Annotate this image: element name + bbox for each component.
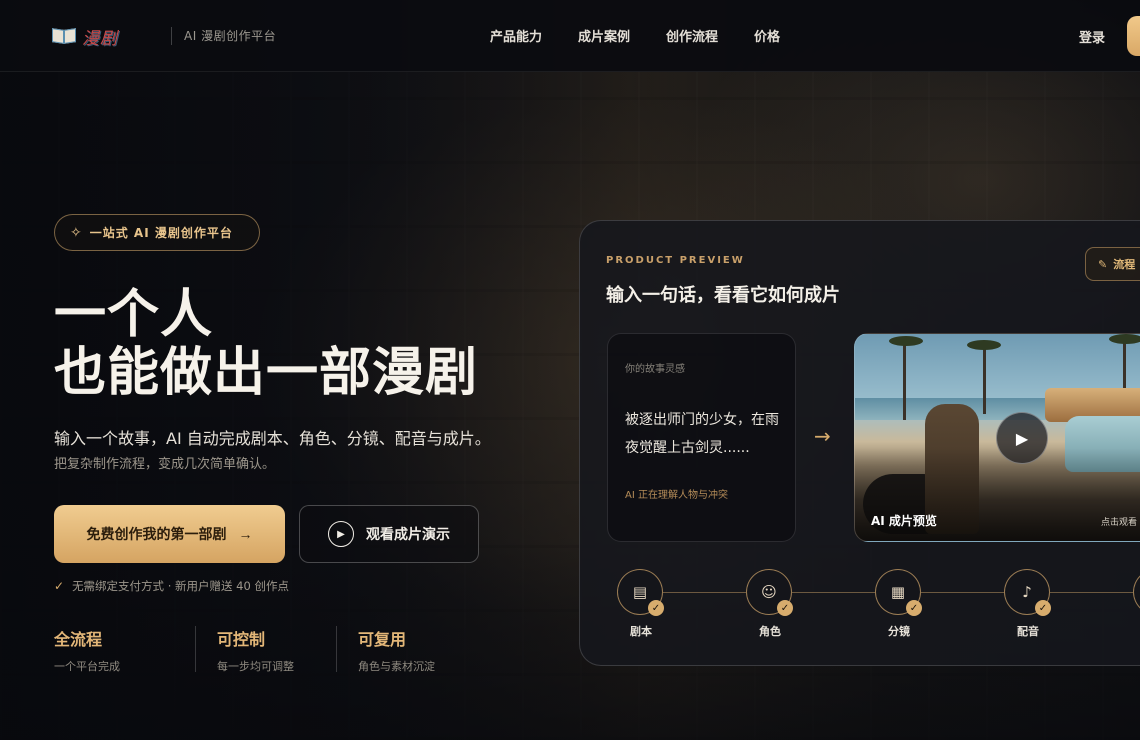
step-script[interactable]: ▤ ✓ 剧本 bbox=[617, 569, 665, 639]
platform-badge-label: 一站式 AI 漫剧创作平台 bbox=[89, 226, 233, 240]
video-preview[interactable]: ▶ AI 成片预览 点击观看 bbox=[854, 333, 1140, 542]
platform-badge: ✧ 一站式 AI 漫剧创作平台 bbox=[54, 214, 260, 251]
workflow-button[interactable]: ✎ 流程 bbox=[1085, 247, 1140, 281]
header-divider bbox=[171, 27, 172, 45]
hero-subtitle: 输入一个故事，AI 自动完成剧本、角色、分镜、配音与成片。 bbox=[54, 429, 491, 448]
logo[interactable]: 漫剧 bbox=[52, 22, 148, 50]
feature-desc: 角色与素材沉淀 bbox=[358, 660, 435, 673]
story-input-card[interactable]: 你的故事灵感 被逐出师门的少女，在雨夜觉醒上古剑灵...... AI 正在理解人… bbox=[607, 333, 796, 542]
arrow-right-icon: → bbox=[814, 424, 831, 448]
watch-demo-label: 观看成片演示 bbox=[366, 527, 450, 543]
step-next[interactable] bbox=[1133, 569, 1140, 615]
preview-label: PRODUCT PREVIEW bbox=[606, 255, 745, 266]
story-status: AI 正在理解人物与冲突 bbox=[625, 490, 728, 501]
storyboard-icon: ▦ ✓ bbox=[875, 569, 922, 616]
step-label: 角色 bbox=[759, 625, 781, 638]
video-label: AI 成片预览 bbox=[871, 514, 937, 528]
nav-item-workflow[interactable]: 创作流程 bbox=[666, 26, 718, 45]
hero-title-line2: 也能做出一部漫剧 bbox=[54, 343, 479, 403]
check-icon: ✓ bbox=[777, 600, 793, 616]
feature-item: 可复用 角色与素材沉淀 bbox=[336, 626, 477, 674]
nav-item-pricing[interactable]: 价格 bbox=[754, 26, 780, 45]
feature-title: 全流程 bbox=[54, 630, 103, 649]
product-preview-panel: PRODUCT PREVIEW 输入一句话，看看它如何成片 ✎ 流程 你的故事灵… bbox=[579, 220, 1140, 666]
nav-item-cases[interactable]: 成片案例 bbox=[578, 26, 630, 45]
character-icon: ☺ ✓ bbox=[746, 569, 793, 616]
step-label: 配音 bbox=[1017, 625, 1039, 638]
sparkle-icon: ✧ bbox=[70, 224, 82, 241]
hero-title: 一个人 也能做出一部漫剧 bbox=[54, 286, 478, 402]
play-icon[interactable]: ▶ bbox=[996, 412, 1048, 464]
feature-item: 全流程 一个平台完成 bbox=[54, 626, 195, 674]
logo-text: 漫剧 bbox=[82, 28, 118, 49]
step-character[interactable]: ☺ ✓ 角色 bbox=[746, 569, 794, 639]
header-tagline: AI 漫剧创作平台 bbox=[184, 29, 277, 43]
feature-item: 可控制 每一步均可调整 bbox=[195, 626, 336, 674]
watch-demo-button[interactable]: ▶ 观看成片演示 bbox=[299, 505, 479, 563]
top-navbar: 漫剧 AI 漫剧创作平台 产品能力 成片案例 创作流程 价格 登录 bbox=[0, 0, 1140, 72]
start-creating-button[interactable]: 免费创作我的第一部剧 → bbox=[54, 505, 285, 563]
story-text: 被逐出师门的少女，在雨夜觉醒上古剑灵...... bbox=[625, 412, 779, 456]
step-label: 分镜 bbox=[888, 625, 910, 638]
check-icon: ✓ bbox=[648, 600, 664, 616]
step-storyboard[interactable]: ▦ ✓ 分镜 bbox=[875, 569, 923, 639]
hero-subtitle-secondary: 把复杂制作流程，变成几次简单确认。 bbox=[54, 457, 276, 472]
signup-note-text: 无需绑定支付方式 · 新用户赠送 40 创作点 bbox=[72, 579, 289, 593]
book-logo-icon bbox=[52, 27, 78, 45]
play-icon: ▶ bbox=[328, 521, 354, 547]
feature-highlights: 全流程 一个平台完成 可控制 每一步均可调整 可复用 角色与素材沉淀 bbox=[54, 626, 477, 674]
video-hint: 点击观看 bbox=[1101, 518, 1138, 528]
step-next-icon bbox=[1133, 569, 1140, 615]
login-link[interactable]: 登录 bbox=[1079, 27, 1105, 46]
story-caption: 你的故事灵感 bbox=[625, 364, 685, 375]
signup-note: ✓ 无需绑定支付方式 · 新用户赠送 40 创作点 bbox=[54, 578, 289, 594]
arrow-right-icon: → bbox=[238, 526, 253, 542]
feature-desc: 一个平台完成 bbox=[54, 660, 120, 673]
voice-icon: ♪ ✓ bbox=[1004, 569, 1051, 616]
workflow-steps: ▤ ✓ 剧本 ☺ ✓ 角色 ▦ ✓ 分镜 ♪ ✓ 配音 bbox=[617, 569, 1140, 649]
main-nav: 产品能力 成片案例 创作流程 价格 bbox=[490, 26, 780, 45]
script-icon: ▤ ✓ bbox=[617, 569, 664, 616]
step-voice[interactable]: ♪ ✓ 配音 bbox=[1004, 569, 1052, 639]
nav-item-features[interactable]: 产品能力 bbox=[490, 26, 542, 45]
workflow-button-label: 流程 bbox=[1113, 258, 1136, 271]
check-icon: ✓ bbox=[906, 600, 922, 616]
preview-title: 输入一句话，看看它如何成片 bbox=[606, 285, 840, 306]
step-label: 剧本 bbox=[630, 625, 652, 638]
magic-wand-icon: ✎ bbox=[1098, 257, 1108, 271]
check-icon: ✓ bbox=[54, 579, 65, 593]
check-icon: ✓ bbox=[1035, 600, 1051, 616]
feature-title: 可控制 bbox=[217, 630, 266, 649]
hero-title-line1: 一个人 bbox=[54, 285, 214, 345]
feature-desc: 每一步均可调整 bbox=[217, 660, 294, 673]
header-cta-button[interactable] bbox=[1127, 16, 1140, 56]
start-creating-label: 免费创作我的第一部剧 bbox=[86, 526, 227, 542]
feature-title: 可复用 bbox=[358, 630, 407, 649]
